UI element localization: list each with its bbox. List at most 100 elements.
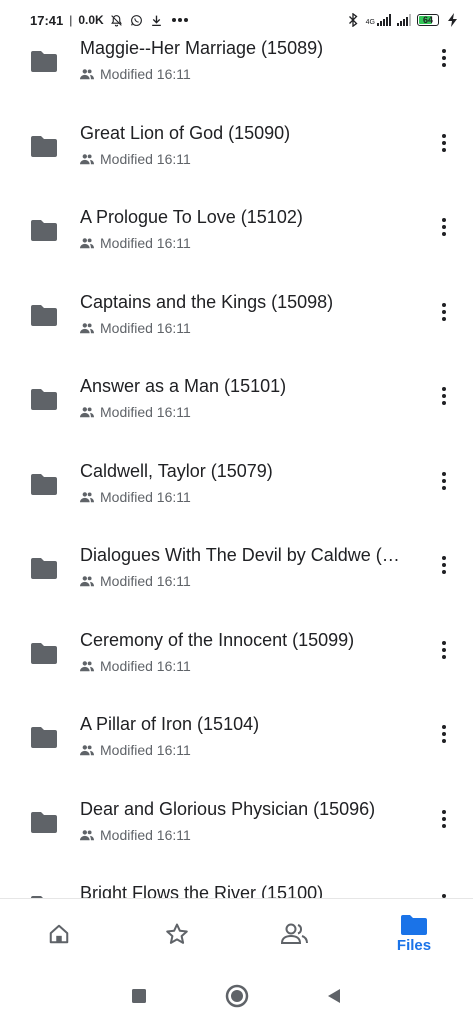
file-row[interactable]: Dear and Glorious Physician (15096) Modif… xyxy=(0,767,473,851)
folder-icon xyxy=(31,304,57,326)
file-name: Maggie--Her Marriage (15089) xyxy=(80,38,324,58)
file-name: Dialogues With The Devil by Caldwe (… xyxy=(80,545,400,565)
more-vert-icon xyxy=(442,725,446,743)
circle-icon xyxy=(225,984,249,1008)
file-meta: Modified 16:11 xyxy=(80,658,191,674)
nav-starred[interactable] xyxy=(118,899,236,969)
home-system-button[interactable] xyxy=(223,982,251,1010)
star-icon xyxy=(166,923,188,944)
shared-icon xyxy=(80,576,94,587)
modified-text: Modified 16:11 xyxy=(100,826,191,843)
file-name: Caldwell, Taylor (15079) xyxy=(80,460,273,481)
file-row[interactable]: A Prologue To Love (15102) Modified 16:11 xyxy=(0,175,473,259)
folder-icon xyxy=(31,389,57,410)
modified-text: Modified 16:11 xyxy=(100,66,191,82)
file-meta: Modified 16:11 xyxy=(80,573,191,589)
file-meta: Modified 16:11 xyxy=(80,66,191,82)
more-vert-icon xyxy=(442,387,446,405)
nav-files-label: Files xyxy=(396,936,432,954)
file-meta: Modified 16:11 xyxy=(80,827,191,843)
more-vert-icon xyxy=(442,471,446,490)
more-options-button[interactable] xyxy=(430,720,458,748)
nav-shared[interactable] xyxy=(236,899,354,969)
file-row[interactable]: Great Lion of God (15090) Modified 16:11 xyxy=(0,91,473,175)
home-icon xyxy=(49,924,69,944)
more-options-button[interactable] xyxy=(430,551,458,579)
shared-icon xyxy=(80,322,94,333)
modified-text: Modified 16:11 xyxy=(100,235,191,251)
square-icon xyxy=(132,989,146,1003)
modified-text: Modified 16:11 xyxy=(100,657,191,674)
file-name: A Prologue To Love (15102) xyxy=(80,207,303,227)
more-vert-icon xyxy=(442,556,446,574)
modified-text: Modified 16:11 xyxy=(100,488,191,505)
more-options-button[interactable] xyxy=(430,129,458,157)
folder-icon xyxy=(31,558,57,579)
folder-icon xyxy=(401,914,427,935)
file-row[interactable]: Captains and the Kings (15098) Modified 1… xyxy=(0,260,473,344)
more-options-button[interactable] xyxy=(430,467,458,495)
more-options-button[interactable] xyxy=(430,44,458,72)
more-vert-icon xyxy=(442,218,446,236)
more-vert-icon xyxy=(442,302,446,321)
file-row[interactable]: Maggie--Her Marriage (15089) Modified 16:… xyxy=(0,6,473,90)
folder-icon xyxy=(31,811,57,833)
file-row[interactable]: Ceremony of the Innocent (15099) Modified… xyxy=(0,598,473,682)
file-name: Captains and the Kings (15098) xyxy=(80,291,334,312)
file-meta: Modified 16:11 xyxy=(80,742,191,758)
file-meta: Modified 16:11 xyxy=(80,151,191,167)
folder-icon xyxy=(31,727,57,748)
modified-text: Modified 16:11 xyxy=(100,573,191,589)
more-options-button[interactable] xyxy=(430,889,458,898)
more-options-button[interactable] xyxy=(430,382,458,410)
more-options-button[interactable] xyxy=(430,213,458,241)
file-row[interactable]: A Pillar of Iron (15104) Modified 16:11 xyxy=(0,682,473,766)
file-meta: Modified 16:11 xyxy=(80,320,191,336)
file-name: Great Lion of God (15090) xyxy=(80,122,291,143)
more-options-button[interactable] xyxy=(430,636,458,664)
file-name: Bright Flows the River (15100) xyxy=(80,883,324,898)
modified-text: Modified 16:11 xyxy=(100,319,191,336)
shared-icon xyxy=(80,491,94,502)
folder-icon xyxy=(31,473,57,495)
modified-text: Modified 16:11 xyxy=(100,150,191,167)
modified-text: Modified 16:11 xyxy=(100,404,191,420)
nav-files[interactable]: Files xyxy=(355,899,473,969)
more-options-button[interactable] xyxy=(430,298,458,326)
shared-icon xyxy=(80,69,94,80)
file-list: Maggie--Her Marriage (15089) Modified 16:… xyxy=(0,0,473,898)
file-name: Ceremony of the Innocent (15099) xyxy=(80,629,355,650)
back-button[interactable] xyxy=(320,982,348,1010)
shared-icon xyxy=(80,745,94,756)
file-name: Dear and Glorious Physician (15096) xyxy=(80,798,376,819)
more-vert-icon xyxy=(442,49,446,67)
file-row[interactable]: Caldwell, Taylor (15079) Modified 16:11 xyxy=(0,429,473,513)
shared-icon xyxy=(80,153,94,164)
file-row[interactable]: Dialogues With The Devil by Caldwe (… Mod… xyxy=(0,513,473,597)
nav-home[interactable] xyxy=(0,899,118,969)
recents-button[interactable] xyxy=(125,982,153,1010)
folder-icon xyxy=(31,51,57,72)
shared-people-icon xyxy=(281,923,308,944)
shared-icon xyxy=(80,407,94,418)
shared-icon xyxy=(80,829,94,840)
back-triangle-icon xyxy=(328,989,340,1003)
folder-icon xyxy=(31,135,57,157)
shared-icon xyxy=(80,238,94,249)
folder-icon xyxy=(31,642,57,664)
more-vert-icon xyxy=(442,640,446,659)
bottom-nav: Files xyxy=(0,898,473,968)
more-options-button[interactable] xyxy=(430,805,458,833)
more-vert-icon xyxy=(442,809,446,828)
file-row[interactable]: Bright Flows the River (15100) xyxy=(0,851,473,898)
system-nav-bar xyxy=(0,968,473,1024)
file-row[interactable]: Answer as a Man (15101) Modified 16:11 xyxy=(0,344,473,428)
file-meta: Modified 16:11 xyxy=(80,489,191,505)
file-meta: Modified 16:11 xyxy=(80,404,191,420)
modified-text: Modified 16:11 xyxy=(100,742,191,758)
folder-icon xyxy=(31,220,57,241)
file-name: Answer as a Man (15101) xyxy=(80,376,287,396)
more-vert-icon xyxy=(442,133,446,152)
file-name: A Pillar of Iron (15104) xyxy=(80,714,260,734)
file-meta: Modified 16:11 xyxy=(80,235,191,251)
